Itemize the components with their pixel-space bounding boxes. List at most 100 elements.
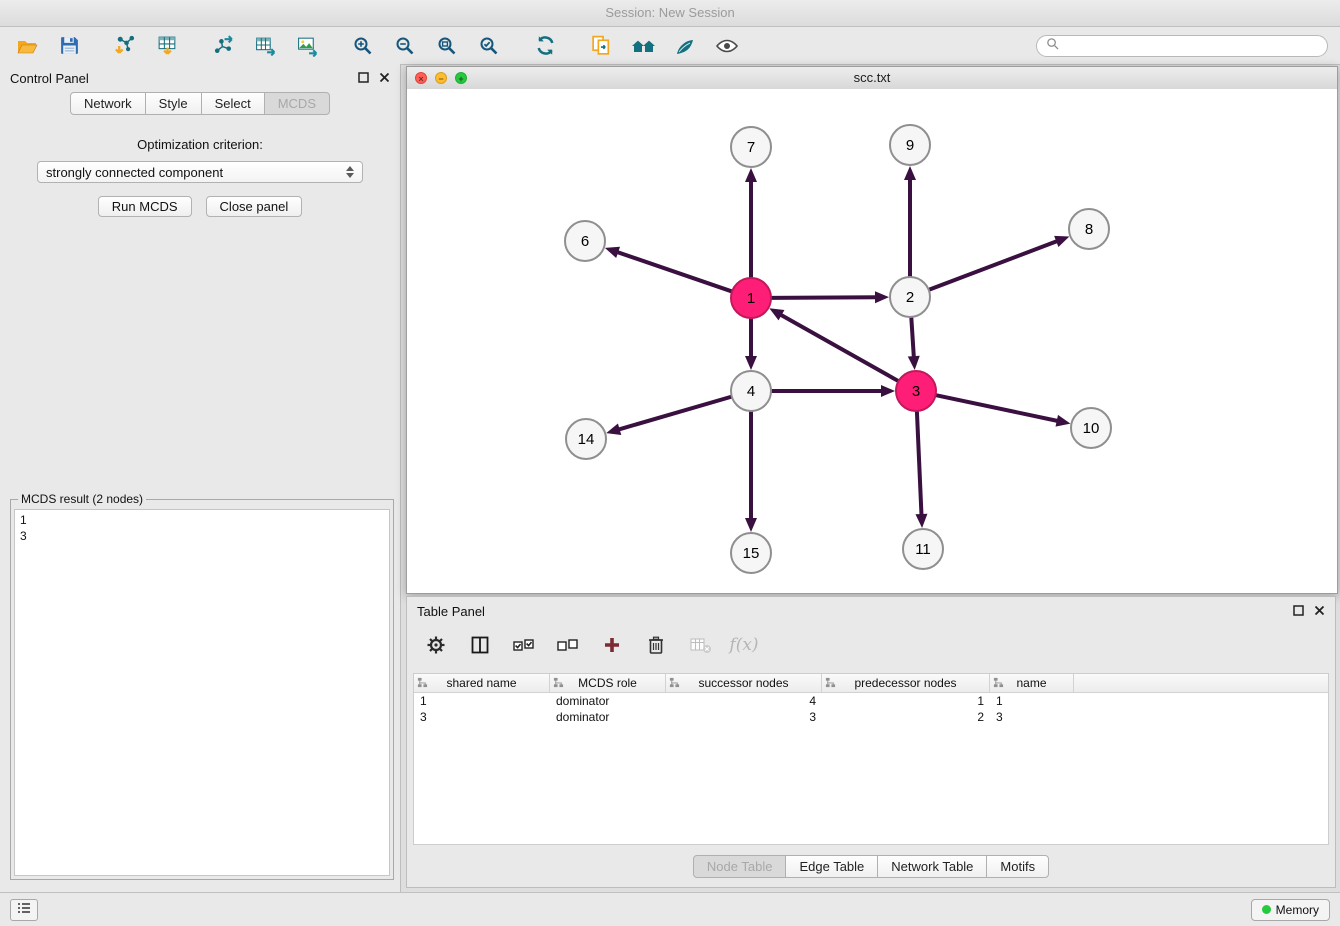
close-table-panel-icon[interactable]: [1314, 604, 1325, 619]
zoom-out-icon[interactable]: [390, 31, 420, 61]
graph-node-14[interactable]: 14: [566, 419, 606, 459]
traffic-lights: × − +: [415, 72, 467, 84]
export-network-icon[interactable]: [208, 31, 238, 61]
graph-edge-2-8[interactable]: [930, 240, 1059, 289]
graph-edge-3-10[interactable]: [937, 395, 1060, 421]
tab-motifs[interactable]: Motifs: [986, 855, 1049, 878]
deselect-all-icon[interactable]: [553, 630, 583, 660]
close-panel-icon[interactable]: [379, 71, 390, 86]
graph-edge-1-2[interactable]: [772, 297, 878, 298]
network-window-titlebar[interactable]: × − + scc.txt: [407, 67, 1337, 90]
tab-select[interactable]: Select: [201, 92, 265, 115]
graph-node-2[interactable]: 2: [890, 277, 930, 317]
optimization-select[interactable]: strongly connected component: [37, 161, 363, 183]
table-cell[interactable]: 4: [666, 693, 822, 709]
column-header-name[interactable]: name: [990, 674, 1074, 692]
table-cell[interactable]: dominator: [550, 693, 666, 709]
graph-node-9[interactable]: 9: [890, 125, 930, 165]
graph-edge-4-14[interactable]: [617, 397, 731, 430]
graph-node-1[interactable]: 1: [731, 278, 771, 318]
graph-node-15[interactable]: 15: [731, 533, 771, 573]
zoom-window-icon[interactable]: +: [455, 72, 467, 84]
table-cell[interactable]: 2: [822, 709, 990, 725]
table-cell[interactable]: 1: [414, 693, 550, 709]
table-cell[interactable]: 1: [990, 693, 1074, 709]
close-window-icon[interactable]: ×: [415, 72, 427, 84]
new-from-selection-icon[interactable]: [586, 31, 616, 61]
close-panel-button[interactable]: Close panel: [206, 196, 303, 217]
tab-edge-table[interactable]: Edge Table: [785, 855, 878, 878]
add-column-icon[interactable]: [597, 630, 627, 660]
graph-node-6[interactable]: 6: [565, 221, 605, 261]
import-table-icon[interactable]: [152, 31, 182, 61]
tab-network[interactable]: Network: [70, 92, 146, 115]
tab-network-table[interactable]: Network Table: [877, 855, 987, 878]
float-table-panel-icon[interactable]: [1293, 604, 1304, 619]
minimize-window-icon[interactable]: −: [435, 72, 447, 84]
memory-button[interactable]: Memory: [1251, 899, 1330, 921]
window-titlebar[interactable]: Session: New Session: [0, 0, 1340, 27]
graph-node-10[interactable]: 10: [1071, 408, 1111, 448]
column-layout-icon[interactable]: [465, 630, 495, 660]
function-builder-icon: f(x): [729, 630, 759, 660]
toolbar-group: [110, 31, 182, 61]
table-cell[interactable]: dominator: [550, 709, 666, 725]
toolbar-group: [530, 31, 560, 61]
console-button[interactable]: [10, 899, 38, 921]
table-row[interactable]: 1dominator411: [414, 693, 1328, 709]
graph-node-4[interactable]: 4: [731, 371, 771, 411]
search-input[interactable]: [1065, 38, 1318, 54]
status-bar: Memory: [0, 892, 1340, 926]
tab-mcds[interactable]: MCDS: [264, 92, 330, 115]
node-label: 9: [906, 137, 914, 154]
optimization-label: Optimization criterion:: [0, 137, 400, 152]
table-cell[interactable]: 3: [990, 709, 1074, 725]
export-image-icon[interactable]: [292, 31, 322, 61]
node-label: 7: [747, 139, 755, 156]
graph-edge-1-6[interactable]: [615, 251, 731, 291]
column-header-shared-name[interactable]: shared name: [414, 674, 550, 692]
table-cell[interactable]: 3: [666, 709, 822, 725]
zoom-in-icon[interactable]: [348, 31, 378, 61]
table-cell[interactable]: 3: [414, 709, 550, 725]
style-brush-icon[interactable]: [670, 31, 700, 61]
graph-node-3[interactable]: 3: [896, 371, 936, 411]
graph-node-7[interactable]: 7: [731, 127, 771, 167]
column-header-successor-nodes[interactable]: successor nodes: [666, 674, 822, 692]
graph-node-11[interactable]: 11: [903, 529, 943, 569]
mcds-result-list[interactable]: 13: [14, 509, 390, 876]
save-session-icon[interactable]: [54, 31, 84, 61]
tab-node-table[interactable]: Node Table: [693, 855, 787, 878]
edge-arrowhead-icon: [1054, 236, 1069, 247]
mcds-result-item: 3: [20, 528, 384, 544]
column-header-predecessor-nodes[interactable]: predecessor nodes: [822, 674, 990, 692]
zoom-selected-icon[interactable]: [474, 31, 504, 61]
graph-edge-2-3[interactable]: [911, 318, 914, 359]
import-network-icon[interactable]: [110, 31, 140, 61]
graph-edge-3-1[interactable]: [779, 314, 898, 381]
task-list-icon: [17, 901, 31, 919]
show-hide-icon[interactable]: [712, 31, 742, 61]
network-canvas[interactable]: 7 9 6 8 1 2 4 3 14 10 15 11: [407, 89, 1337, 593]
application-window: Session: New Session Control Panel Netwo…: [0, 0, 1340, 926]
tab-style[interactable]: Style: [145, 92, 202, 115]
settings-gear-icon[interactable]: [421, 630, 451, 660]
float-panel-icon[interactable]: [358, 71, 369, 86]
search-box[interactable]: [1036, 35, 1328, 57]
export-table-icon[interactable]: [250, 31, 280, 61]
column-header-MCDS-role[interactable]: MCDS role: [550, 674, 666, 692]
table-cell[interactable]: 1: [822, 693, 990, 709]
delete-column-icon[interactable]: [641, 630, 671, 660]
graph-node-8[interactable]: 8: [1069, 209, 1109, 249]
mcds-result-group: MCDS result (2 nodes) 13: [10, 492, 394, 880]
refresh-icon[interactable]: [530, 31, 560, 61]
select-all-icon[interactable]: [509, 630, 539, 660]
run-mcds-button[interactable]: Run MCDS: [98, 196, 192, 217]
column-header-label: predecessor nodes: [854, 676, 956, 690]
table-row[interactable]: 3dominator323: [414, 709, 1328, 725]
open-session-icon[interactable]: [12, 31, 42, 61]
zoom-fit-icon[interactable]: [432, 31, 462, 61]
main-toolbar: [0, 27, 1340, 65]
first-neighbors-icon[interactable]: [628, 31, 658, 61]
graph-edge-3-11[interactable]: [917, 412, 922, 517]
